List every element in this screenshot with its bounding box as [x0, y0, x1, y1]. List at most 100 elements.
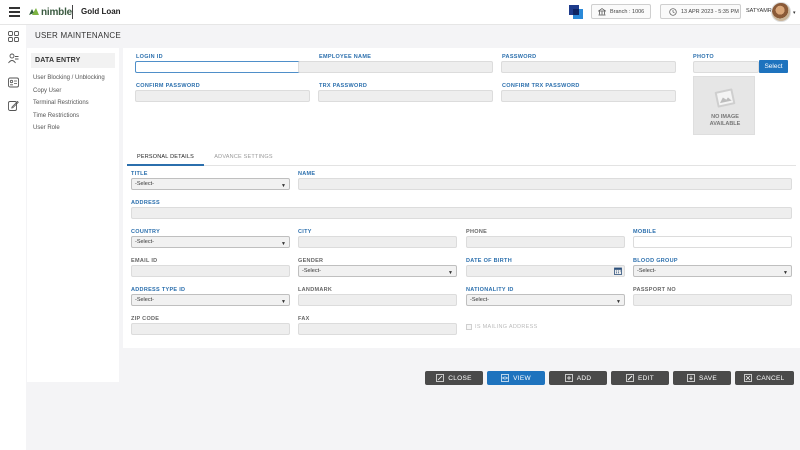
phone-input[interactable] — [466, 236, 625, 248]
bank-icon — [598, 7, 606, 15]
hamburger-menu-icon[interactable] — [9, 7, 20, 17]
view-button[interactable]: VIEW — [487, 371, 545, 385]
passport-input[interactable] — [633, 294, 792, 306]
save-icon — [687, 374, 695, 382]
page-title: USER MAINTENANCE — [35, 31, 121, 40]
zip-input[interactable] — [131, 323, 290, 335]
view-icon — [501, 374, 509, 382]
datetime-label: 13 APR 2023 - 5:35 PM — [681, 8, 739, 15]
apps-cube-icon[interactable] — [568, 4, 584, 20]
chevron-down-icon: ▼ — [616, 299, 621, 305]
name-input[interactable] — [298, 178, 792, 190]
branch-indicator[interactable]: Branch : 1006 — [591, 4, 651, 19]
name-label: NAME — [298, 171, 316, 177]
dob-input[interactable] — [466, 265, 625, 277]
country-select[interactable]: -Select- ▼ — [131, 236, 290, 248]
employee-name-input[interactable] — [298, 61, 493, 73]
password-input[interactable] — [501, 61, 676, 73]
photo-placeholder: NO IMAGE AVAILABLE — [693, 76, 755, 135]
fax-input[interactable] — [298, 323, 457, 335]
trx-password-label: TRX PASSWORD — [319, 83, 368, 89]
mailing-address-checkbox[interactable] — [466, 324, 472, 330]
email-label: EMAIL ID — [131, 258, 158, 264]
chevron-down-icon: ▼ — [281, 183, 286, 189]
title-select[interactable]: -Select- ▼ — [131, 178, 290, 190]
nationality-label: NATIONALITY ID — [466, 287, 514, 293]
calendar-icon[interactable] — [614, 267, 622, 275]
address-input[interactable] — [131, 207, 792, 219]
mobile-input[interactable] — [633, 236, 792, 248]
chevron-down-icon: ▼ — [281, 241, 286, 247]
photo-label: PHOTO — [693, 54, 714, 60]
nimble-leaf-icon — [29, 8, 39, 15]
city-input[interactable] — [298, 236, 457, 248]
landmark-label: LANDMARK — [298, 287, 333, 293]
add-icon — [564, 374, 573, 382]
user-name[interactable]: SATYAMR — [746, 8, 772, 14]
fax-label: FAX — [298, 316, 310, 322]
phone-label: PHONE — [466, 229, 488, 235]
mailing-address-label: IS MAILING ADDRESS — [475, 324, 538, 330]
blood-group-select[interactable]: -Select- ▼ — [633, 265, 792, 277]
icon-rail — [0, 25, 26, 450]
close-button[interactable]: CLOSE — [425, 371, 483, 385]
country-label: COUNTRY — [131, 229, 161, 235]
gender-select[interactable]: -Select- ▼ — [298, 265, 457, 277]
address-type-select[interactable]: -Select- ▼ — [131, 294, 290, 306]
mobile-label: MOBILE — [633, 229, 657, 235]
side-item-time-restrictions[interactable]: Time Restrictions — [27, 110, 119, 123]
add-button[interactable]: ADD — [549, 371, 607, 385]
id-card-icon[interactable] — [8, 77, 19, 88]
confirm-password-label: CONFIRM PASSWORD — [136, 83, 200, 89]
branch-label: Branch : 1006 — [610, 8, 645, 15]
edit-icon — [626, 374, 634, 382]
cancel-button[interactable]: CANCEL — [735, 371, 794, 385]
address-type-label: ADDRESS TYPE ID — [131, 287, 186, 293]
save-button[interactable]: SAVE — [673, 371, 731, 385]
product-name: Gold Loan — [81, 7, 121, 16]
address-label: ADDRESS — [131, 200, 160, 206]
edit-document-icon[interactable] — [8, 100, 19, 111]
passport-label: PASSPORT NO — [633, 287, 676, 293]
email-input[interactable] — [131, 265, 290, 277]
chevron-down-icon: ▼ — [783, 270, 788, 276]
logo: nimble — [28, 5, 72, 19]
employee-name-label: EMPLOYEE NAME — [319, 54, 372, 60]
logo-text: nimble — [41, 6, 73, 18]
side-item-user-role[interactable]: User Role — [27, 122, 119, 135]
edit-button[interactable]: EDIT — [611, 371, 669, 385]
side-item-user-blocking[interactable]: User Blocking / Unblocking — [27, 72, 119, 85]
blood-group-label: BLOOD GROUP — [633, 258, 678, 264]
cancel-icon — [744, 374, 753, 382]
chevron-down-icon: ▼ — [281, 299, 286, 305]
zip-label: ZIP CODE — [131, 316, 160, 322]
tab-personal-details[interactable]: PERSONAL DETAILS — [127, 151, 204, 166]
no-image-icon — [714, 88, 736, 108]
user-form: LOGIN ID EMPLOYEE NAME PASSWORD PHOTO Se… — [123, 48, 800, 348]
dob-label: DATE OF BIRTH — [466, 258, 512, 264]
top-bar: nimble Gold Loan Branch : 1006 13 APR 20… — [0, 0, 800, 25]
trx-password-input[interactable] — [318, 90, 493, 102]
password-label: PASSWORD — [502, 54, 537, 60]
photo-path-input[interactable] — [693, 61, 759, 73]
confirm-password-input[interactable] — [135, 90, 310, 102]
confirm-trx-password-label: CONFIRM TRX PASSWORD — [502, 83, 580, 89]
avatar[interactable] — [771, 2, 791, 22]
users-icon[interactable] — [8, 53, 19, 64]
city-label: CITY — [298, 229, 312, 235]
dashboard-icon[interactable] — [8, 31, 19, 42]
landmark-input[interactable] — [298, 294, 457, 306]
no-image-text: NO IMAGE AVAILABLE — [709, 114, 741, 127]
login-id-input[interactable] — [135, 61, 310, 73]
confirm-trx-password-input[interactable] — [501, 90, 676, 102]
chevron-down-icon[interactable]: ▾ — [793, 10, 796, 16]
chevron-down-icon: ▼ — [448, 270, 453, 276]
side-item-copy-user[interactable]: Copy User — [27, 85, 119, 98]
tab-advance-settings[interactable]: ADVANCE SETTINGS — [207, 151, 280, 166]
close-icon — [436, 374, 445, 382]
nationality-select[interactable]: -Select- ▼ — [466, 294, 625, 306]
photo-select-button[interactable]: Select — [759, 60, 788, 73]
datetime-indicator: 13 APR 2023 - 5:35 PM — [660, 4, 741, 19]
login-id-label: LOGIN ID — [136, 54, 163, 60]
side-item-terminal-restrictions[interactable]: Terminal Restrictions — [27, 97, 119, 110]
